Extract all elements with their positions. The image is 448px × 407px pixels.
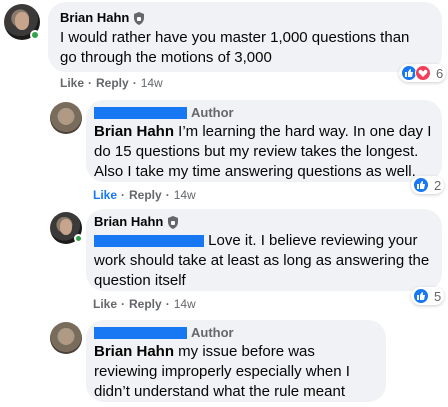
timestamp[interactable]: 14w [174, 188, 196, 202]
comment-author-name[interactable]: Brian Hahn [60, 9, 129, 27]
reply-link[interactable]: Reply [129, 188, 162, 202]
separator-dot: · [121, 188, 126, 202]
avatar-redacted-user[interactable] [50, 322, 82, 354]
mention-brian-hahn[interactable]: Brian Hahn [94, 343, 174, 360]
reaction-count: 2 [434, 177, 442, 193]
comment-text: I would rather have you master 1,000 que… [60, 29, 410, 66]
reply-link[interactable]: Reply [96, 76, 129, 90]
redacted-name [94, 106, 187, 119]
reaction-summary[interactable]: 6 [399, 64, 447, 82]
avatar-redacted-user[interactable] [50, 102, 82, 134]
separator-dot: · [88, 76, 93, 90]
reaction-summary[interactable]: 2 [411, 176, 445, 194]
author-badge: Author [191, 324, 234, 340]
redacted-mention [94, 235, 204, 248]
comment-actions: Like · Reply · 14w [93, 188, 196, 202]
comment-actions: Like · Reply · 14w [60, 76, 163, 90]
separator-dot: · [165, 188, 170, 202]
like-icon [413, 177, 429, 193]
online-status-dot [30, 30, 40, 40]
reply-bubble: Author Brian Hahn I’m learning the hard … [86, 100, 442, 182]
comment-bubble: Brian Hahn I would rather have you maste… [48, 2, 442, 72]
love-icon [415, 65, 431, 81]
reaction-count: 6 [436, 65, 444, 81]
shield-icon [134, 11, 145, 25]
shield-icon [168, 215, 179, 229]
reply-bubble: Brian Hahn Love it. I believe reviewing … [86, 209, 442, 291]
separator-dot: · [165, 297, 170, 311]
mention-brian-hahn[interactable]: Brian Hahn [94, 123, 174, 140]
separator-dot: · [132, 76, 137, 90]
like-link[interactable]: Like [60, 76, 84, 90]
comment-author-name[interactable]: Brian Hahn [94, 213, 163, 231]
reply-link[interactable]: Reply [129, 297, 162, 311]
redacted-name [94, 326, 187, 339]
reaction-summary[interactable]: 5 [411, 287, 445, 305]
like-link[interactable]: Like [93, 297, 117, 311]
timestamp[interactable]: 14w [141, 76, 163, 90]
comment-actions: Like · Reply · 14w [93, 297, 196, 311]
like-icon [413, 288, 429, 304]
online-status-dot [74, 234, 83, 243]
reaction-count: 5 [434, 288, 442, 304]
like-link[interactable]: Like [93, 188, 117, 202]
separator-dot: · [121, 297, 126, 311]
timestamp[interactable]: 14w [174, 297, 196, 311]
author-badge: Author [191, 104, 234, 120]
reply-bubble: Author Brian Hahn my issue before was re… [86, 320, 386, 402]
